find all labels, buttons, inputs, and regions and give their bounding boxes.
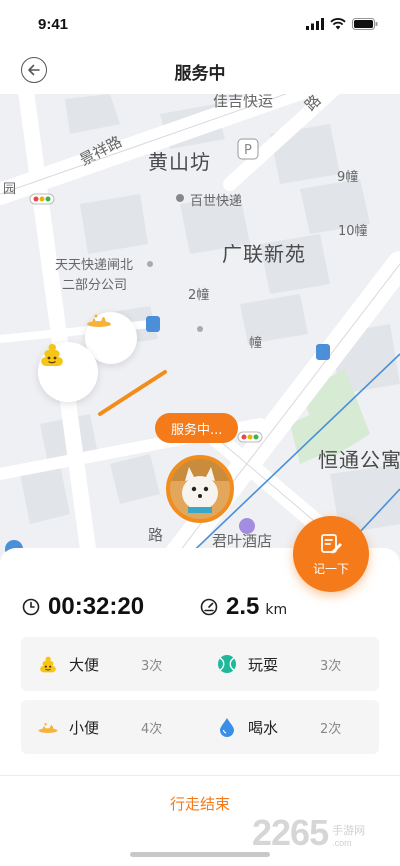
wifi-icon — [330, 18, 346, 30]
map-label-9: 9幢 — [337, 170, 359, 185]
page-title: 服务中 — [174, 63, 226, 84]
activity-label: 大便 — [69, 655, 100, 674]
back-button[interactable] — [21, 57, 47, 83]
pee-icon — [37, 716, 59, 738]
map-label-lu-2: 路 — [148, 526, 164, 544]
duration-stat: 00:32:20 — [22, 593, 200, 621]
svg-text:P: P — [244, 143, 252, 158]
activity-label: 喝水 — [248, 718, 279, 737]
activity-grid: 大便 3次 玩耍 3次 小便 4次 喝水 2次 — [21, 637, 379, 763]
activity-count: 3次 — [141, 658, 163, 674]
watermark-cn: 手游网 — [332, 824, 366, 837]
clock-icon — [22, 598, 40, 616]
watermark-en: .com — [332, 838, 352, 848]
map-label-huangshanfang: 黄山坊 — [148, 150, 211, 174]
watermark: 2265 手游网 .com — [252, 812, 365, 854]
watermark-number: 2265 — [252, 812, 329, 853]
duration-value: 00:32:20 — [48, 593, 145, 620]
status-icons — [306, 18, 378, 30]
map-label-hengtong: 恒通公寓 — [318, 448, 400, 472]
activity-drink[interactable]: 喝水 2次 — [200, 700, 379, 754]
dog-avatar[interactable] — [166, 455, 234, 523]
signal-icon — [306, 18, 324, 30]
arrow-left-icon — [28, 64, 40, 76]
pee-icon — [87, 314, 111, 327]
service-status-pill: 服务中... — [155, 413, 239, 443]
status-time: 9:41 — [38, 15, 69, 33]
activity-row: 小便 4次 喝水 2次 — [21, 700, 379, 754]
divider — [0, 775, 400, 776]
map-label-baishi: 百世快递 — [190, 194, 243, 209]
tennis-ball-icon — [216, 653, 238, 675]
map-label-zhongtong: 佳吉快运 — [213, 94, 274, 110]
note-button-label: 记一下 — [312, 561, 349, 576]
activity-count: 4次 — [141, 721, 163, 737]
activity-play[interactable]: 玩耍 3次 — [200, 637, 379, 691]
map-label-building: 幢 — [249, 336, 263, 351]
battery-icon — [352, 18, 378, 30]
distance-unit: km — [265, 602, 288, 618]
note-button[interactable]: 记一下 — [293, 516, 369, 592]
edit-note-icon — [321, 533, 342, 553]
map-label-guanglian: 广联新苑 — [222, 242, 306, 266]
map-label-2: 2幢 — [188, 288, 210, 303]
activity-count: 2次 — [320, 721, 342, 737]
status-bar: 9:41 — [0, 0, 400, 48]
poop-marker[interactable] — [38, 342, 98, 402]
activity-count: 3次 — [320, 658, 342, 674]
map-label-tiantian-1: 天天快递闸北 — [55, 258, 134, 273]
distance-stat: 2.5 km — [200, 593, 287, 621]
home-indicator — [130, 852, 270, 857]
dog-photo — [170, 459, 230, 519]
map-label-tiantian-2: 二部分公司 — [62, 278, 128, 293]
activity-label: 玩耍 — [248, 655, 279, 674]
map-label-10: 10幢 — [338, 224, 368, 239]
activity-poop[interactable]: 大便 3次 — [21, 637, 200, 691]
map-label-yuan: 园 — [3, 182, 17, 197]
stats-row: 00:32:20 2.5 km — [22, 592, 382, 622]
water-drop-icon — [216, 716, 238, 738]
speedometer-icon — [200, 598, 218, 616]
distance-value: 2.5 — [226, 593, 260, 620]
nav-bar: 服务中 — [0, 48, 400, 94]
activity-pee[interactable]: 小便 4次 — [21, 700, 200, 754]
map-view[interactable]: P 佳吉快运 路 景祥路 黄山坊 园 百世快递 9幢 10幢 广联新苑 天天快递… — [0, 94, 400, 564]
activity-label: 小便 — [69, 718, 100, 737]
activity-row: 大便 3次 玩耍 3次 — [21, 637, 379, 691]
poop-icon — [37, 653, 59, 675]
poop-icon — [41, 344, 63, 366]
watermark-text: 手游网 .com — [332, 822, 365, 848]
